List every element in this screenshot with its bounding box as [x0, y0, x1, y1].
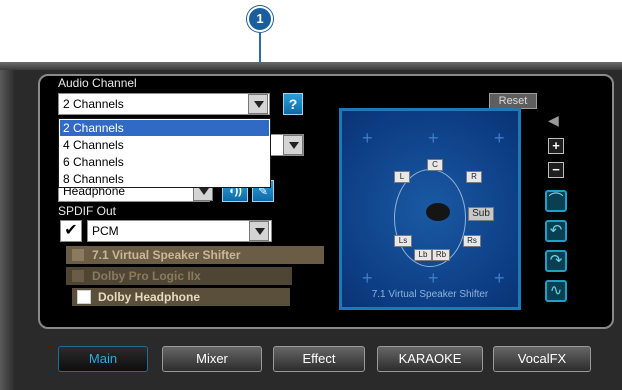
minus-icon[interactable]: − — [548, 162, 564, 178]
grid-plus: + — [362, 268, 373, 288]
volume-speaker-icon: ◀︎ — [548, 112, 559, 128]
speaker-right[interactable]: R — [466, 171, 482, 183]
option-dolby-headphone[interactable]: Dolby Headphone — [72, 288, 290, 306]
grid-plus: + — [494, 268, 505, 288]
speaker-left-back[interactable]: Lb — [414, 249, 432, 261]
rotate-cw-icon[interactable]: ↷ — [545, 250, 567, 272]
option-label: Dolby Headphone — [98, 290, 201, 304]
option-dolby-pro-logic[interactable]: Dolby Pro Logic IIx — [66, 267, 292, 285]
rotate-arc-icon[interactable]: ⌒ — [545, 190, 567, 212]
tab-effect[interactable]: Effect — [273, 346, 365, 372]
dropdown-option[interactable]: 8 Channels — [60, 171, 269, 187]
plus-icon[interactable]: + — [548, 138, 564, 154]
option-label: Dolby Pro Logic IIx — [92, 269, 201, 283]
grid-plus: + — [494, 128, 505, 148]
audio-channel-select[interactable]: 2 Channels — [58, 93, 270, 115]
option-checkbox[interactable] — [71, 269, 85, 283]
app-frame-top — [0, 62, 622, 70]
spdif-out-label: SPDIF Out — [58, 204, 117, 218]
listener-head-icon — [426, 203, 450, 221]
grid-plus: + — [428, 268, 439, 288]
option-virtual-speaker-shifter[interactable]: 7.1 Virtual Speaker Shifter — [66, 246, 324, 264]
grid-plus: + — [428, 128, 439, 148]
speaker-display: + + + + + + C L R Sub Ls Rs Lb Rb 7.1 Vi… — [339, 108, 521, 310]
dropdown-option[interactable]: 6 Channels — [60, 154, 269, 170]
speaker-sub[interactable]: Sub — [468, 207, 494, 221]
audio-channel-dropdown-arrow[interactable] — [248, 94, 268, 114]
speaker-left[interactable]: L — [394, 171, 410, 183]
tab-main[interactable]: Main — [58, 346, 148, 372]
speaker-center[interactable]: C — [427, 159, 443, 171]
speaker-left-surround[interactable]: Ls — [394, 235, 412, 247]
wave-icon[interactable]: ∿ — [545, 280, 567, 302]
audio-channel-label: Audio Channel — [58, 76, 137, 90]
callout-marker: 1 — [247, 6, 273, 32]
hidden-row-dropdown-arrow[interactable] — [283, 135, 303, 155]
speaker-right-back[interactable]: Rb — [432, 249, 450, 261]
spdif-select[interactable]: PCM — [87, 220, 272, 242]
spdif-checkbox[interactable]: ✔ — [60, 220, 82, 242]
option-label: 7.1 Virtual Speaker Shifter — [92, 248, 241, 262]
option-checkbox[interactable] — [77, 290, 91, 304]
speaker-display-caption: 7.1 Virtual Speaker Shifter — [371, 289, 489, 300]
audio-channel-dropdown-list: 2 Channels 4 Channels 6 Channels 8 Chann… — [58, 118, 271, 188]
tab-mixer[interactable]: Mixer — [162, 346, 262, 372]
dropdown-option[interactable]: 2 Channels — [60, 120, 269, 136]
app-left-rail — [0, 70, 14, 390]
rotate-ccw-icon[interactable]: ↶ — [545, 220, 567, 242]
dropdown-option[interactable]: 4 Channels — [60, 137, 269, 153]
spdif-dropdown-arrow[interactable] — [249, 221, 269, 241]
reset-button[interactable]: Reset — [489, 93, 537, 109]
speaker-right-surround[interactable]: Rs — [463, 235, 481, 247]
grid-plus: + — [362, 128, 373, 148]
option-checkbox[interactable] — [71, 248, 85, 262]
help-button[interactable]: ? — [283, 93, 303, 115]
tab-karaoke[interactable]: KARAOKE — [377, 346, 483, 372]
tab-vocalfx[interactable]: VocalFX — [493, 346, 591, 372]
